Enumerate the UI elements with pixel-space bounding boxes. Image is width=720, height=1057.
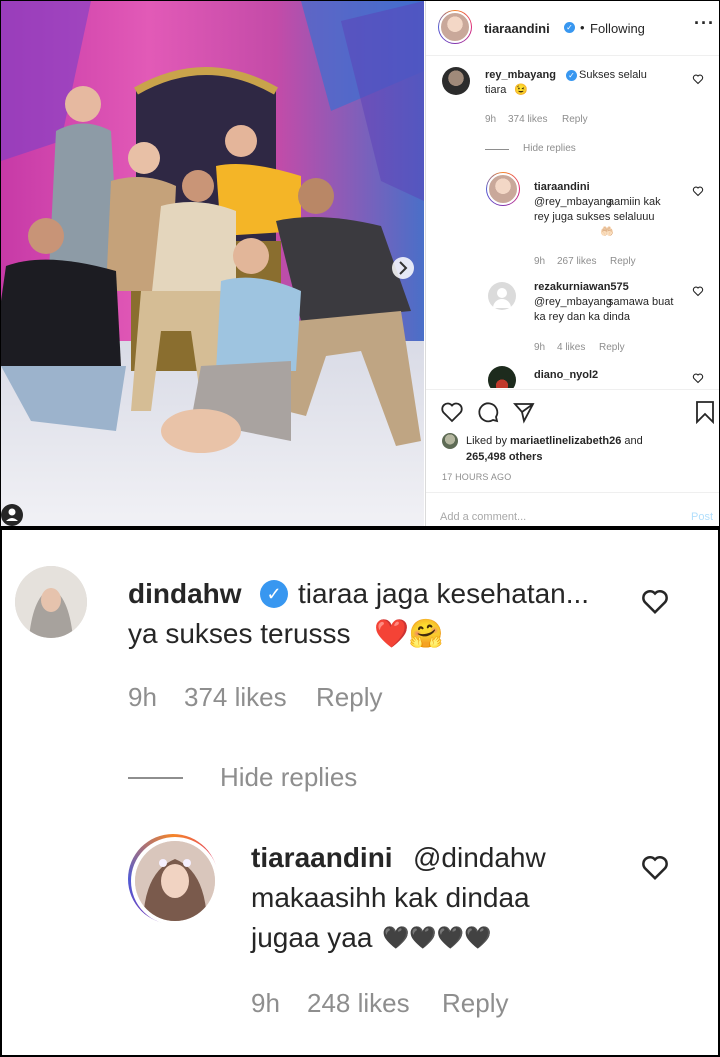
reply-hearts: 🖤🖤🖤🖤 [382, 925, 492, 950]
divider-line [485, 149, 509, 150]
like-heart-icon[interactable] [692, 185, 704, 197]
comment-reply-button[interactable]: Reply [562, 114, 588, 125]
comment-likes[interactable]: 374 likes [184, 682, 287, 713]
dot-separator: • [580, 20, 585, 35]
hide-replies-toggle[interactable]: Hide replies [128, 760, 388, 796]
share-icon[interactable] [512, 400, 536, 424]
reply-reply-button[interactable]: Reply [599, 342, 625, 353]
commenter-avatar[interactable] [488, 366, 516, 388]
reply-emoji: 🤲🏻 [600, 226, 614, 238]
comment-item: rey_mbayang ✓ Sukses selalu tiara 😉 9h 3… [426, 56, 719, 136]
post-actions: Liked by mariaetlinelizabeth26 and 265,4… [426, 389, 719, 492]
comment-likes[interactable]: 374 likes [508, 114, 547, 125]
reply-item: tiaraandini @dindahw makaasihh kak dinda… [2, 820, 718, 1050]
post-photo[interactable] [1, 1, 424, 526]
like-icon[interactable] [440, 400, 464, 424]
verified-badge-icon: ✓ [564, 22, 575, 33]
comment-text: Sukses selalu tiara [485, 69, 647, 96]
verified-badge-icon: ✓ [260, 580, 288, 608]
like-heart-icon[interactable] [692, 73, 704, 85]
comment-reply-button[interactable]: Reply [316, 682, 382, 713]
next-arrow-icon[interactable] [392, 257, 414, 279]
author-username[interactable]: tiaraandini [484, 21, 550, 36]
commenter-avatar[interactable] [442, 67, 470, 95]
like-heart-icon[interactable] [692, 285, 704, 297]
reply-reply-button[interactable]: Reply [442, 988, 508, 1019]
reply-time[interactable]: 9h [534, 342, 545, 353]
reply-username[interactable]: rezakurniawan575 [534, 280, 629, 295]
reply-text: aamiin kak rey juga sukses selaluuu [534, 196, 661, 223]
comment-username[interactable]: dindahw [128, 574, 242, 614]
following-button[interactable]: Following [590, 21, 645, 36]
reply-likes[interactable]: 4 likes [557, 342, 585, 353]
liked-by-text: Liked by mariaetlinelizabeth26 and 265,4… [466, 435, 643, 463]
comments-list[interactable]: rey_mbayang ✓ Sukses selalu tiara 😉 9h 3… [426, 56, 719, 388]
reply-likes[interactable]: 267 likes [557, 256, 596, 267]
comment-time[interactable]: 9h [485, 114, 496, 125]
commenter-avatar[interactable] [15, 566, 87, 638]
zoomed-comment-view: dindahw ✓ tiaraa jaga kesehatan... ya su… [2, 530, 718, 1055]
divider-line [128, 777, 183, 779]
reply-username[interactable]: tiaraandini [251, 838, 393, 878]
comment-time[interactable]: 9h [128, 682, 157, 713]
user-tags-icon[interactable] [1, 504, 23, 526]
hide-replies-label[interactable]: Hide replies [220, 762, 357, 793]
reply-item: tiaraandini @rey_mbayang aamiin kak rey … [426, 170, 719, 270]
hide-replies-label[interactable]: Hide replies [523, 143, 576, 154]
more-options-icon[interactable]: ··· [694, 13, 715, 34]
comment-text-line1: tiaraa jaga kesehatan... [298, 578, 590, 609]
liker-avatar[interactable] [442, 433, 458, 449]
reply-item: rezakurniawan575 @rey_mbayang samawa bua… [426, 278, 719, 358]
add-comment-bar: Add a comment... Post [426, 492, 719, 526]
likes-count[interactable]: 265,498 others [466, 451, 542, 463]
comment-item: diano_nyol2 [426, 366, 719, 388]
reply-likes[interactable]: 248 likes [307, 988, 410, 1019]
author-avatar[interactable] [438, 10, 472, 44]
comment-item: dindahw ✓ tiaraa jaga kesehatan... ya su… [2, 530, 718, 740]
liker-username[interactable]: mariaetlinelizabeth26 [510, 435, 621, 447]
reply-text-line1: makaasihh kak dindaa [251, 882, 530, 913]
reply-mention[interactable]: @dindahw [413, 838, 546, 878]
post-comment-button[interactable]: Post [691, 511, 713, 523]
reply-username[interactable]: tiaraandini [534, 180, 590, 195]
reply-time[interactable]: 9h [534, 256, 545, 267]
like-heart-icon[interactable] [692, 372, 704, 384]
reply-text: samawa buat ka rey dan ka dinda [534, 296, 674, 323]
post-side-panel: tiaraandini ✓ • Following ··· rey_mbayan… [425, 1, 719, 526]
comment-emoji: 😉 [514, 84, 528, 96]
reply-avatar[interactable] [486, 172, 520, 206]
like-heart-icon[interactable] [640, 586, 670, 616]
add-comment-input[interactable]: Add a comment... [440, 511, 526, 523]
comment-icon[interactable] [476, 400, 500, 424]
instagram-post-view: tiaraandini ✓ • Following ··· rey_mbayan… [1, 1, 719, 526]
reply-time[interactable]: 9h [251, 988, 280, 1019]
post-header: tiaraandini ✓ • Following ··· [426, 1, 719, 56]
reply-reply-button[interactable]: Reply [610, 256, 636, 267]
reply-text-line2: jugaa yaa [251, 922, 373, 953]
reply-avatar[interactable] [488, 282, 516, 310]
like-heart-icon[interactable] [640, 852, 670, 882]
bookmark-icon[interactable] [694, 400, 716, 424]
reply-avatar[interactable] [128, 834, 219, 925]
comment-username[interactable]: diano_nyol2 [534, 368, 598, 383]
comment-emoji: ❤️🤗 [374, 618, 444, 649]
comment-text-line2: ya sukses terusss [128, 618, 351, 649]
post-timestamp: 17 HOURS AGO [442, 472, 512, 482]
